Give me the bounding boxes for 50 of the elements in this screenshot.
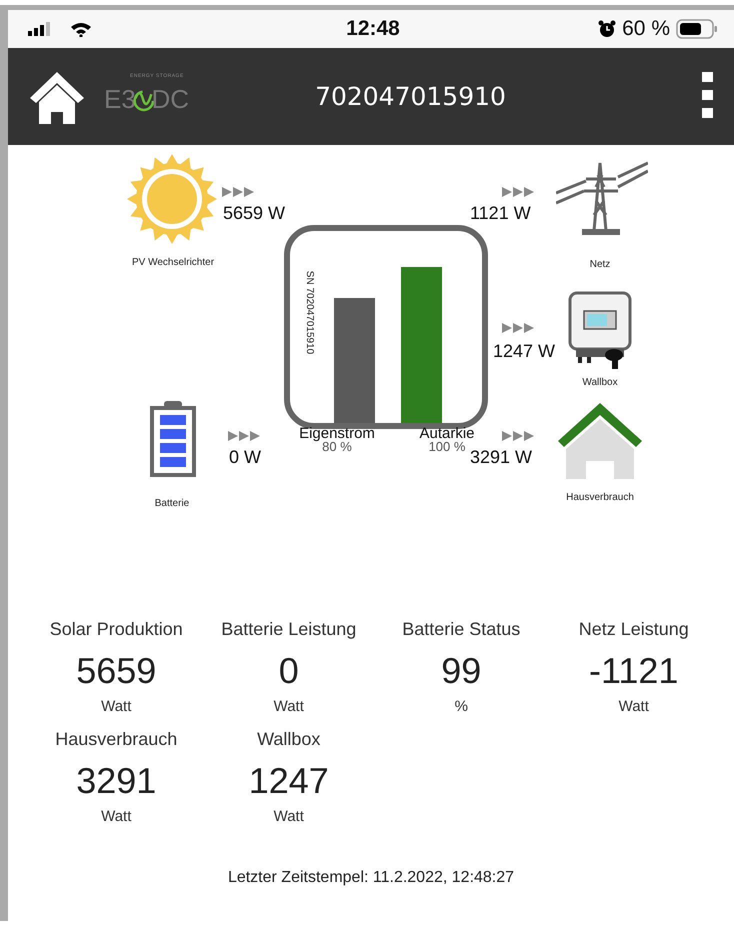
- signal-icon: [28, 22, 52, 36]
- wallbox-icon: [568, 291, 632, 371]
- stat-value: 5659: [76, 650, 156, 692]
- stat-unit: %: [454, 698, 468, 715]
- stat-label: Hausverbrauch: [55, 729, 178, 750]
- bar-value: 100 %: [428, 441, 466, 453]
- stat-value: -1121: [589, 650, 678, 692]
- stat-label: Batterie Status: [402, 619, 520, 640]
- power-reading: 1247 W: [493, 341, 556, 362]
- battery-icon: [676, 19, 718, 39]
- stat-label: Netz Leistung: [578, 619, 689, 640]
- flow-arrows-icon: [228, 431, 260, 441]
- stat-value: 99: [441, 650, 482, 692]
- power-reading: 0 W: [229, 447, 262, 468]
- power-reading: 1121 W: [470, 203, 531, 224]
- node-label: Hausverbrauch: [566, 492, 634, 503]
- stat-value: 3291: [76, 760, 156, 802]
- page-title: 702047015910: [314, 82, 507, 111]
- stat-unit: Watt: [101, 808, 132, 825]
- flow-arrows-icon: [502, 187, 534, 197]
- flow-arrows-icon: [502, 323, 534, 333]
- bar-label: Eigenstrom: [299, 427, 375, 441]
- serial-number: SN 702047015910: [304, 270, 316, 354]
- stat-label: Batterie Leistung: [221, 619, 356, 640]
- status-time: 12:48: [346, 17, 400, 41]
- stat-value: 0: [278, 650, 299, 692]
- node-label: Batterie: [154, 498, 190, 509]
- flow-arrows-icon: [502, 431, 534, 441]
- battery-percent: 60 %: [622, 17, 670, 41]
- alarm-clock-icon: [598, 20, 616, 38]
- stat-label: Solar Produktion: [50, 619, 183, 640]
- wifi-icon: [70, 21, 92, 37]
- house-icon: [558, 403, 642, 481]
- bar-label: Autarkie: [419, 427, 475, 441]
- power-reading: 5659 W: [223, 203, 286, 224]
- stat-unit: Watt: [618, 698, 649, 715]
- stat-label: Wallbox: [257, 729, 320, 750]
- stat-unit: Watt: [274, 808, 304, 825]
- battery-icon: [150, 401, 196, 477]
- node-label: PV Wechselrichter: [132, 257, 214, 268]
- stat-unit: Watt: [101, 698, 132, 715]
- stat-unit: Watt: [274, 698, 304, 715]
- timestamp: Letzter Zeitstempel: 11.2.2022, 12:48:27: [226, 869, 516, 887]
- bar-value: 80 %: [322, 441, 352, 453]
- node-label: Wallbox: [582, 377, 618, 388]
- stat-value: 1247: [248, 760, 329, 802]
- node-label: Netz: [590, 259, 610, 270]
- sun-icon: [126, 153, 218, 245]
- flow-arrows-icon: [222, 187, 254, 197]
- power-reading: 3291 W: [470, 447, 532, 468]
